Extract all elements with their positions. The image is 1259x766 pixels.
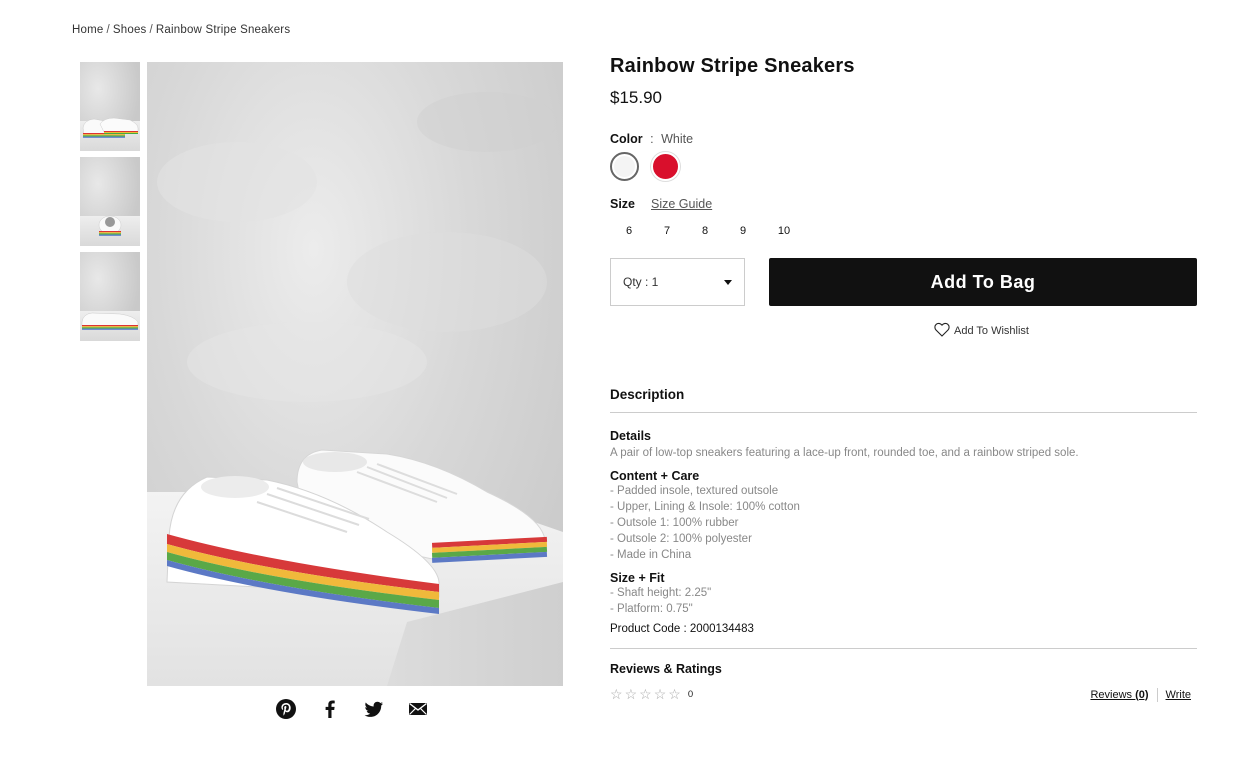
share-bar [275, 698, 429, 720]
color-separator: : [650, 132, 654, 146]
breadcrumb-shoes[interactable]: Shoes [113, 24, 147, 36]
swatch-red[interactable] [651, 152, 680, 181]
star-empty-icon: ☆ [610, 686, 623, 702]
details-heading: Details [610, 429, 651, 443]
thumbnail-1[interactable] [80, 62, 140, 151]
star-empty-icon: ☆ [639, 686, 652, 702]
fit-item: - Platform: 0.75" [610, 603, 693, 615]
thumbnail-3[interactable] [80, 252, 140, 341]
care-item: - Upper, Lining & Insole: 100% cotton [610, 501, 800, 513]
color-selector: Color : White [610, 132, 1197, 181]
size-option-10[interactable]: 10 [762, 225, 806, 237]
chevron-down-icon [724, 279, 732, 285]
purchase-row: Qty : 1 Add To Bag [610, 258, 1197, 306]
email-icon[interactable] [407, 698, 429, 720]
size-header: Size Size Guide [610, 197, 1197, 211]
reviews-link[interactable]: Reviews (0) [1090, 689, 1148, 701]
color-label: Color [610, 132, 643, 146]
wishlist-label: Add To Wishlist [954, 325, 1029, 337]
breadcrumb: Home / Shoes / Rainbow Stripe Sneakers [72, 24, 290, 36]
size-option-6[interactable]: 6 [610, 225, 648, 237]
quantity-select[interactable]: Qty : 1 [610, 258, 745, 306]
star-empty-icon: ☆ [653, 686, 667, 702]
pinterest-icon[interactable] [275, 698, 297, 720]
size-options: 6 7 8 9 10 [610, 225, 1197, 237]
swatch-white[interactable] [610, 152, 639, 181]
star-rating: ☆ ☆ ☆ ☆ ☆ 0 [610, 686, 693, 703]
care-heading: Content + Care [610, 469, 700, 483]
size-option-8[interactable]: 8 [686, 225, 724, 237]
details-text: A pair of low-top sneakers featuring a l… [610, 447, 1079, 459]
breadcrumb-current[interactable]: Rainbow Stripe Sneakers [156, 24, 290, 36]
product-info: Rainbow Stripe Sneakers $15.90 Color : W… [610, 55, 1197, 703]
size-guide-link[interactable]: Size Guide [651, 197, 712, 211]
product-price: $15.90 [610, 88, 662, 107]
product-main-image[interactable] [147, 62, 563, 686]
quantity-value: Qty : 1 [623, 275, 659, 289]
care-item: - Outsole 1: 100% rubber [610, 517, 739, 529]
fit-heading: Size + Fit [610, 571, 665, 585]
review-links: Reviews (0) Write [1090, 687, 1191, 702]
star-empty-icon: ☆ [624, 686, 638, 702]
size-option-7[interactable]: 7 [648, 225, 686, 237]
write-review-link[interactable]: Write [1166, 689, 1191, 701]
thumbnail-2[interactable] [80, 157, 140, 246]
care-item: - Made in China [610, 549, 692, 561]
thumbnail-gallery [80, 62, 140, 347]
heart-icon [934, 322, 950, 340]
add-to-wishlist-link[interactable]: Add To Wishlist [934, 322, 1197, 340]
description-heading: Description [610, 387, 1197, 413]
review-count: 0 [687, 689, 694, 700]
care-item: - Padded insole, textured outsole [610, 485, 779, 497]
facebook-icon[interactable] [319, 698, 341, 720]
size-option-9[interactable]: 9 [724, 225, 762, 237]
rating-row: ☆ ☆ ☆ ☆ ☆ 0 Reviews (0) Write [610, 686, 1197, 703]
star-empty-icon: ☆ [668, 686, 681, 702]
review-count-bold: (0) [1135, 688, 1149, 701]
reviews-heading: Reviews & Ratings [610, 662, 722, 676]
fit-list: - Shaft height: 2.25" - Platform: 0.75" [610, 585, 1197, 617]
breadcrumb-home[interactable]: Home [72, 24, 103, 36]
breadcrumb-separator: / [149, 24, 153, 36]
twitter-icon[interactable] [363, 698, 385, 720]
add-to-bag-button[interactable]: Add To Bag [769, 258, 1197, 306]
care-item: - Outsole 2: 100% polyester [610, 533, 752, 545]
color-value: White [661, 132, 694, 146]
product-title: Rainbow Stripe Sneakers [610, 55, 855, 77]
product-code: Product Code : 2000134483 [610, 623, 1197, 649]
care-list: - Padded insole, textured outsole - Uppe… [610, 483, 1197, 563]
size-label: Size [610, 197, 636, 211]
breadcrumb-separator: / [106, 24, 110, 36]
fit-item: - Shaft height: 2.25" [610, 587, 712, 599]
divider [1156, 687, 1158, 702]
